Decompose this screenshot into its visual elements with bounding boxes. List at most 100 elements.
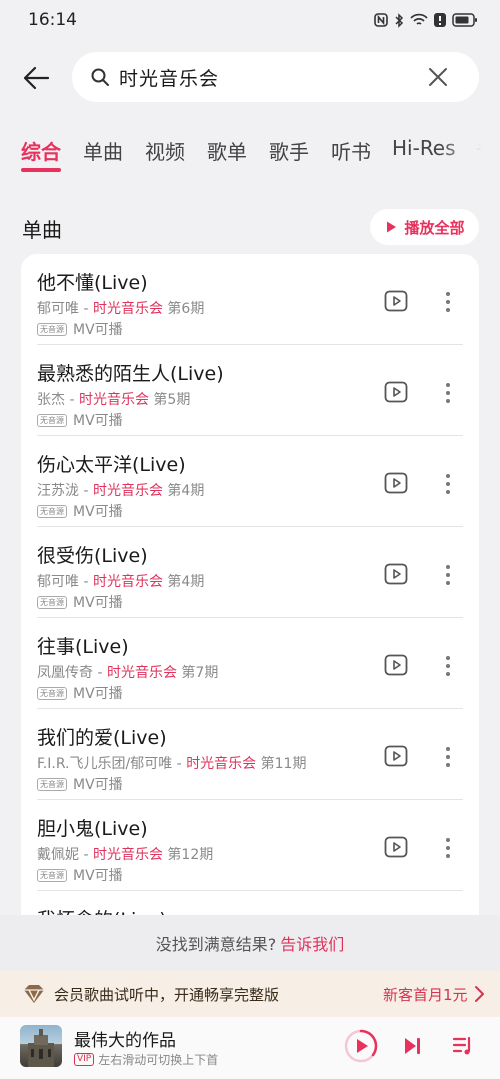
song-episode: 第4期 bbox=[167, 483, 205, 499]
song-tags: 无音源 MV可播 bbox=[37, 319, 123, 339]
more-options-icon[interactable] bbox=[438, 381, 458, 405]
now-playing-subtitle: VIP 左右滑动可切换上下首 bbox=[74, 1051, 218, 1068]
song-episode: 第6期 bbox=[167, 301, 205, 317]
next-track-icon[interactable] bbox=[402, 1036, 422, 1056]
song-row[interactable]: 胆小鬼(Live) 戴佩妮 - 时光音乐会 第12期 无音源 MV可播 bbox=[21, 800, 479, 891]
mini-player[interactable]: 最伟大的作品 VIP 左右滑动可切换上下首 bbox=[0, 1017, 500, 1079]
search-input[interactable]: 时光音乐会 bbox=[72, 52, 479, 102]
album-art[interactable] bbox=[20, 1025, 62, 1067]
mv-play-icon[interactable] bbox=[384, 654, 408, 676]
song-album[interactable]: 时光音乐会 bbox=[93, 301, 163, 317]
mv-play-icon[interactable] bbox=[384, 472, 408, 494]
mv-available-label: MV可播 bbox=[73, 868, 123, 884]
tab-playlists[interactable]: 歌单 bbox=[207, 136, 247, 165]
more-options-icon[interactable] bbox=[438, 563, 458, 587]
song-tags: 无音源 MV可播 bbox=[37, 592, 123, 612]
meta-separator: - bbox=[79, 847, 93, 863]
song-tags: 无音源 MV可播 bbox=[37, 865, 123, 885]
vip-banner[interactable]: 会员歌曲试听中，开通畅享完整版 新客首月1元 bbox=[0, 971, 500, 1017]
play-icon bbox=[387, 221, 397, 233]
song-album[interactable]: 时光音乐会 bbox=[93, 574, 163, 590]
tab-all[interactable]: 综合 bbox=[21, 136, 61, 165]
song-artist: F.I.R.飞儿乐团/郁可唯 bbox=[37, 756, 173, 772]
song-album[interactable]: 时光音乐会 bbox=[186, 756, 256, 772]
song-episode: 第7期 bbox=[181, 665, 219, 681]
search-query: 时光音乐会 bbox=[119, 67, 220, 90]
playlist-icon[interactable] bbox=[452, 1035, 474, 1057]
tab-songs[interactable]: 单曲 bbox=[83, 136, 123, 165]
mv-play-icon[interactable] bbox=[384, 563, 408, 585]
vip-banner-text: 会员歌曲试听中，开通畅享完整版 bbox=[54, 986, 280, 1004]
mv-play-icon[interactable] bbox=[384, 836, 408, 858]
mv-play-icon[interactable] bbox=[384, 290, 408, 312]
play-button[interactable] bbox=[344, 1029, 378, 1063]
song-row[interactable]: 往事(Live) 凤凰传奇 - 时光音乐会 第7期 无音源 MV可播 bbox=[21, 618, 479, 709]
wifi-icon bbox=[410, 13, 428, 25]
song-meta: 汪苏泷 - 时光音乐会 第4期 bbox=[37, 480, 204, 500]
song-title: 胆小鬼(Live) bbox=[37, 818, 148, 840]
song-row[interactable]: 我们的爱(Live) F.I.R.飞儿乐团/郁可唯 - 时光音乐会 第11期 无… bbox=[21, 709, 479, 800]
play-all-label: 播放全部 bbox=[404, 218, 465, 237]
feedback-text: 没找到满意结果? bbox=[155, 935, 277, 954]
song-episode: 第12期 bbox=[167, 847, 214, 863]
song-tags: 无音源 MV可播 bbox=[37, 410, 123, 430]
diamond-icon bbox=[24, 985, 44, 1003]
status-time: 16:14 bbox=[28, 10, 77, 30]
more-options-icon[interactable] bbox=[438, 745, 458, 769]
clear-icon[interactable] bbox=[427, 66, 449, 88]
song-row[interactable]: 很受伤(Live) 郁可唯 - 时光音乐会 第4期 无音源 MV可播 bbox=[21, 527, 479, 618]
mv-available-label: MV可播 bbox=[73, 322, 123, 338]
status-bar: 16:14 bbox=[0, 0, 500, 40]
vip-offer-link[interactable]: 新客首月1元 bbox=[383, 984, 468, 1005]
song-meta: 郁可唯 - 时光音乐会 第6期 bbox=[37, 298, 204, 318]
mv-available-label: MV可播 bbox=[73, 595, 123, 611]
song-album[interactable]: 时光音乐会 bbox=[79, 392, 149, 408]
more-options-icon[interactable] bbox=[438, 836, 458, 860]
back-button[interactable] bbox=[20, 62, 52, 94]
song-meta: F.I.R.飞儿乐团/郁可唯 - 时光音乐会 第11期 bbox=[37, 753, 306, 773]
back-arrow-icon bbox=[23, 66, 50, 90]
song-artist: 郁可唯 bbox=[37, 574, 79, 590]
song-title: 很受伤(Live) bbox=[37, 545, 148, 567]
result-tabs: 综合 单曲 视频 歌单 歌手 听书 Hi-Res 专 bbox=[0, 130, 500, 176]
tab-videos[interactable]: 视频 bbox=[145, 136, 185, 165]
no-source-badge: 无音源 bbox=[37, 868, 67, 882]
song-row[interactable]: 他不懂(Live) 郁可唯 - 时光音乐会 第6期 无音源 MV可播 bbox=[21, 254, 479, 345]
search-icon bbox=[91, 68, 109, 86]
meta-separator: - bbox=[172, 756, 187, 772]
song-artist: 郁可唯 bbox=[37, 301, 79, 317]
tab-audiobooks[interactable]: 听书 bbox=[331, 136, 371, 165]
more-options-icon[interactable] bbox=[438, 472, 458, 496]
song-row[interactable]: 最熟悉的陌生人(Live) 张杰 - 时光音乐会 第5期 无音源 MV可播 bbox=[21, 345, 479, 436]
status-icons bbox=[374, 12, 478, 28]
meta-separator: - bbox=[93, 665, 107, 681]
more-options-icon[interactable] bbox=[438, 654, 458, 678]
song-artist: 凤凰传奇 bbox=[37, 665, 93, 681]
song-artist: 汪苏泷 bbox=[37, 483, 79, 499]
song-row[interactable]: 伤心太平洋(Live) 汪苏泷 - 时光音乐会 第4期 无音源 MV可播 bbox=[21, 436, 479, 527]
mv-available-label: MV可播 bbox=[73, 686, 123, 702]
mv-play-icon[interactable] bbox=[384, 381, 408, 403]
song-episode: 第5期 bbox=[153, 392, 191, 408]
song-title: 我们的爱(Live) bbox=[37, 727, 167, 749]
no-source-badge: 无音源 bbox=[37, 777, 67, 791]
song-album[interactable]: 时光音乐会 bbox=[93, 483, 163, 499]
meta-separator: - bbox=[65, 392, 79, 408]
song-album[interactable]: 时光音乐会 bbox=[107, 665, 177, 681]
song-tags: 无音源 MV可播 bbox=[37, 501, 123, 521]
feedback-link[interactable]: 告诉我们 bbox=[280, 931, 344, 955]
no-source-badge: 无音源 bbox=[37, 413, 67, 427]
search-row: 时光音乐会 bbox=[0, 50, 500, 104]
mv-play-icon[interactable] bbox=[384, 745, 408, 767]
feedback-bar: 没找到满意结果? 告诉我们 bbox=[0, 915, 500, 971]
now-playing-title: 最伟大的作品 bbox=[74, 1031, 176, 1051]
no-source-badge: 无音源 bbox=[37, 686, 67, 700]
play-all-button[interactable]: 播放全部 bbox=[370, 209, 479, 245]
more-options-icon[interactable] bbox=[438, 290, 458, 314]
tabs-fade bbox=[440, 130, 500, 176]
mv-available-label: MV可播 bbox=[73, 777, 123, 793]
song-album[interactable]: 时光音乐会 bbox=[93, 847, 163, 863]
tab-artists[interactable]: 歌手 bbox=[269, 136, 309, 165]
song-list: 他不懂(Live) 郁可唯 - 时光音乐会 第6期 无音源 MV可播 最熟悉的陌生… bbox=[21, 254, 479, 954]
album-art-image bbox=[28, 1029, 54, 1067]
